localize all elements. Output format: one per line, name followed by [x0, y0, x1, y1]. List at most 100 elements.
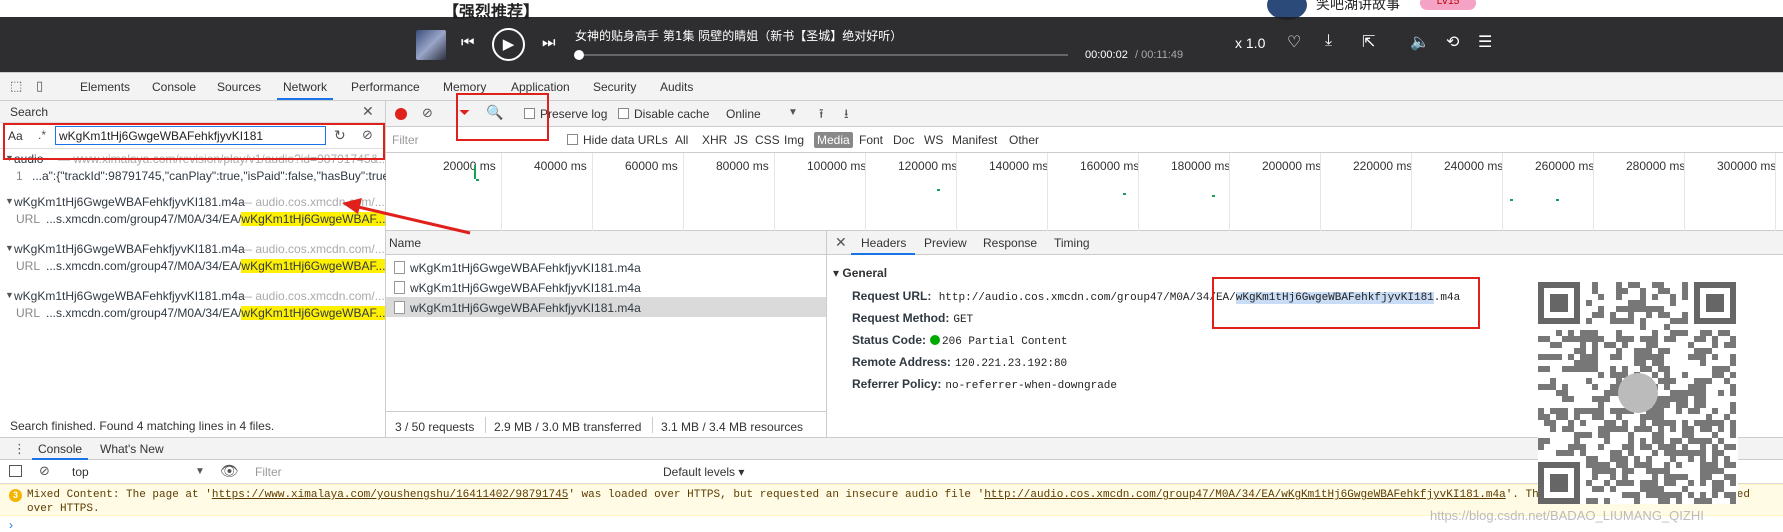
drawer-tab-console[interactable]: Console	[38, 442, 82, 456]
overview-tick-label: 280000 ms	[1626, 159, 1686, 173]
inspect-element-icon[interactable]: ⬚	[10, 78, 22, 94]
drawer-tab-whats-new[interactable]: What's New	[100, 442, 164, 456]
loop-icon[interactable]: ⟲	[1446, 32, 1459, 52]
volume-icon[interactable]: 🔈	[1410, 32, 1430, 52]
search-result-line[interactable]: URL ...s.xmcdn.com/group47/M0A/34/EA/wKg…	[0, 211, 386, 228]
console-filter-input[interactable]: Filter	[255, 465, 282, 479]
expand-triangle-icon[interactable]: ▼	[5, 196, 14, 206]
throttle-select[interactable]: Online	[726, 107, 761, 121]
expand-triangle-icon[interactable]: ▼	[5, 243, 14, 253]
audio-player: ⏮ ▶ ⏭ 女神的贴身高手 第1集 陨壁的睛姐（新书【圣城】绝对好听） 00:0…	[0, 17, 1783, 72]
tab-timing[interactable]: Timing	[1054, 236, 1090, 250]
overview-gridline	[956, 153, 957, 231]
type-img[interactable]: Img	[784, 133, 804, 147]
record-icon[interactable]	[395, 108, 407, 120]
close-icon[interactable]: ✕	[835, 234, 847, 251]
overview-tick-label: 300000 ms	[1717, 159, 1777, 173]
type-xhr[interactable]: XHR	[702, 133, 727, 147]
filter-input[interactable]: Filter	[392, 133, 419, 147]
type-css[interactable]: CSS	[755, 133, 780, 147]
console-prompt[interactable]: ›	[9, 518, 13, 532]
download-icon[interactable]: ⤓	[1325, 32, 1332, 50]
active-tab-indicator	[277, 98, 333, 100]
more-icon[interactable]: ⋮	[13, 441, 26, 457]
search-result-file[interactable]: ▼ wKgKm1tHj6GwgeWBAFehkfjyvKI181.m4a — a…	[0, 194, 386, 211]
overview-tick-label: 160000 ms	[1080, 159, 1140, 173]
tab-preview[interactable]: Preview	[924, 236, 967, 250]
search-result-file[interactable]: ▼ wKgKm1tHj6GwgeWBAFehkfjyvKI181.m4a — a…	[0, 288, 386, 305]
type-all[interactable]: All	[675, 133, 688, 147]
overview-gridline	[1047, 153, 1048, 231]
search-result-line[interactable]: 1 ...a":{"trackId":98791745,"canPlay":tr…	[0, 168, 386, 185]
context-select[interactable]: top	[72, 465, 89, 479]
chevron-down-icon[interactable]: ▼	[195, 466, 205, 477]
share-icon[interactable]: ⇱	[1362, 32, 1375, 52]
tab-console[interactable]: Console	[152, 80, 196, 94]
device-toolbar-icon[interactable]: ▯	[36, 78, 43, 94]
tab-application[interactable]: Application	[511, 80, 570, 94]
track-cover[interactable]	[416, 30, 446, 60]
overview-gridline	[1502, 153, 1503, 231]
overview-gridline	[1775, 153, 1776, 231]
type-font[interactable]: Font	[859, 133, 883, 147]
overview-tick-label: 180000 ms	[1171, 159, 1231, 173]
import-har-icon[interactable]: ⭱	[819, 105, 824, 127]
overview-gridline	[1684, 153, 1685, 231]
close-icon[interactable]: ✕	[362, 103, 374, 120]
type-other[interactable]: Other	[1009, 133, 1039, 147]
previous-icon[interactable]: ⏮	[461, 34, 475, 51]
tab-sources[interactable]: Sources	[217, 80, 261, 94]
type-ws[interactable]: WS	[924, 133, 943, 147]
hide-data-urls-checkbox[interactable]	[567, 134, 578, 145]
request-row-selected[interactable]: wKgKm1tHj6GwgeWBAFehkfjyvKI181.m4a	[386, 297, 826, 317]
watermark: https://blog.csdn.net/BADAO_LIUMANG_QIZH…	[1430, 508, 1704, 523]
speed-button[interactable]: x 1.0	[1235, 35, 1265, 51]
next-icon[interactable]: ⏭	[542, 34, 556, 51]
playlist-icon[interactable]: ☰	[1478, 32, 1492, 52]
network-overview[interactable]: 20000 ms 40000 ms 60000 ms 80000 ms 100000 m…	[386, 153, 1783, 231]
tab-elements[interactable]: Elements	[80, 80, 130, 94]
heart-icon[interactable]: ♡	[1287, 32, 1301, 52]
overview-gridline	[1411, 153, 1412, 231]
tab-headers[interactable]: Headers	[861, 236, 906, 250]
search-status: Search finished. Found 4 matching lines …	[10, 419, 275, 433]
name-column-header[interactable]: Name	[389, 236, 421, 250]
match-highlight: wKgKm1tHj6GwgeWBAF...	[241, 259, 386, 273]
overview-gridline	[1138, 153, 1139, 231]
general-section-toggle[interactable]: ▾ General	[833, 266, 887, 280]
overview-gridline	[501, 153, 502, 231]
tab-audits[interactable]: Audits	[660, 80, 693, 94]
sidebar-toggle-icon[interactable]	[9, 465, 22, 477]
annotation-search-box	[3, 123, 385, 160]
tab-network[interactable]: Network	[283, 80, 327, 94]
progress-bar[interactable]	[574, 50, 1068, 60]
expand-triangle-icon[interactable]: ▼	[5, 290, 14, 300]
tab-response[interactable]: Response	[983, 236, 1037, 250]
play-icon[interactable]: ▶	[492, 28, 525, 61]
type-doc[interactable]: Doc	[893, 133, 914, 147]
request-row[interactable]: wKgKm1tHj6GwgeWBAFehkfjyvKI181.m4a	[386, 257, 826, 277]
clear-log-icon[interactable]: ⊘	[422, 105, 433, 121]
chevron-down-icon[interactable]: ▼	[788, 107, 798, 118]
clear-console-icon[interactable]: ⊘	[39, 463, 50, 479]
log-levels-select[interactable]: Default levels ▾	[663, 465, 744, 479]
search-result-file[interactable]: ▼ wKgKm1tHj6GwgeWBAFehkfjyvKI181.m4a — a…	[0, 241, 386, 258]
disable-cache-checkbox[interactable]	[618, 108, 629, 119]
timeline-bar	[476, 179, 479, 181]
match-highlight: wKgKm1tHj6GwgeWBAF...	[241, 306, 386, 320]
search-result-line[interactable]: URL ...s.xmcdn.com/group47/M0A/34/EA/wKg…	[0, 305, 386, 322]
tab-security[interactable]: Security	[593, 80, 636, 94]
request-row[interactable]: wKgKm1tHj6GwgeWBAFehkfjyvKI181.m4a	[386, 277, 826, 297]
progress-knob[interactable]	[574, 50, 585, 60]
drawer-tabbar: ⋮ Console What's New	[0, 438, 1783, 460]
type-js[interactable]: JS	[734, 133, 748, 147]
eye-icon[interactable]: 👁	[220, 462, 239, 480]
type-manifest[interactable]: Manifest	[952, 133, 997, 147]
export-har-icon[interactable]: ⭳	[844, 105, 849, 127]
search-result-line[interactable]: URL ...s.xmcdn.com/group47/M0A/34/EA/wKg…	[0, 258, 386, 275]
annotation-search-button	[456, 93, 549, 141]
tab-performance[interactable]: Performance	[351, 80, 420, 94]
tab-memory[interactable]: Memory	[443, 80, 486, 94]
webpage-username[interactable]: 笑吧湖讲故事	[1316, 0, 1400, 14]
type-media[interactable]: Media	[814, 132, 853, 148]
